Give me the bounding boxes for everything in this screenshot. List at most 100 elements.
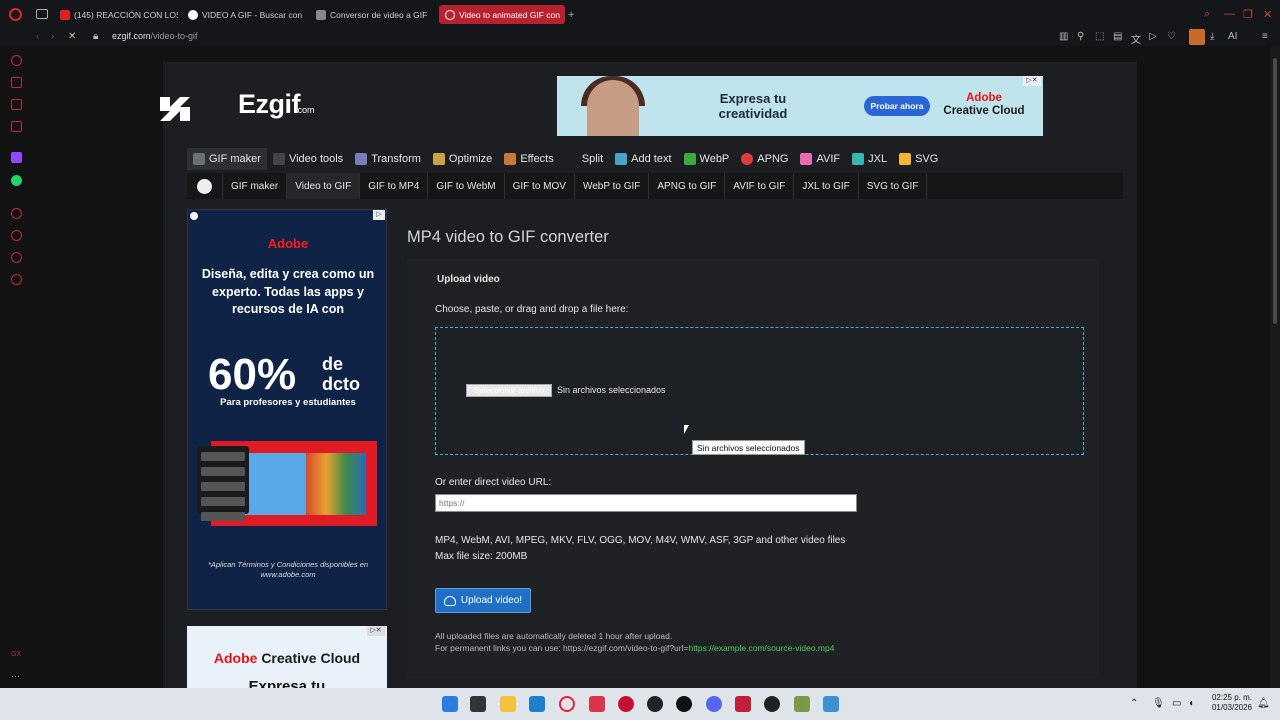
- opera-logo-icon[interactable]: [9, 8, 22, 21]
- app-icon-4[interactable]: [676, 696, 692, 712]
- subnav-svg-to-gif[interactable]: SVG to GIF: [859, 173, 928, 199]
- sidebar-aria-icon[interactable]: [11, 55, 22, 66]
- tab-ezgif-active[interactable]: Video to animated GIF con: [439, 5, 565, 24]
- nav-svg[interactable]: SVG: [893, 148, 944, 170]
- subnav-apng-to-gif[interactable]: APNG to GIF: [649, 173, 726, 199]
- address-field[interactable]: ezgif.com/video-to-gif: [112, 31, 198, 41]
- app-icon-1[interactable]: [589, 696, 605, 712]
- stop-reload-icon[interactable]: ✕: [68, 31, 76, 42]
- photos-icon[interactable]: [823, 696, 839, 712]
- tab-converter[interactable]: Conversor de video a GIF: [310, 5, 434, 24]
- adchoices-icon[interactable]: ▷: [373, 210, 385, 220]
- rocket-home-icon[interactable]: [187, 173, 223, 199]
- sidebar-settings-icon[interactable]: [11, 274, 22, 285]
- snapshot-icon[interactable]: ⬚: [1095, 31, 1104, 42]
- subnav-gif-to-webm[interactable]: GIF to WebM: [428, 173, 505, 199]
- scrollbar-thumb[interactable]: [1273, 58, 1277, 324]
- sidebar-more-icon[interactable]: ···: [11, 671, 22, 682]
- scissors-icon: [566, 153, 578, 165]
- sidebar-twitch-icon[interactable]: [11, 152, 22, 163]
- nav-effects[interactable]: Effects: [498, 148, 559, 170]
- store-icon[interactable]: [529, 696, 545, 712]
- adchoices-icon[interactable]: ▷✕: [1023, 76, 1041, 86]
- subnav-gif-to-mp4[interactable]: GIF to MP4: [360, 173, 429, 199]
- search-tabs-icon[interactable]: ⌕: [1204, 8, 1210, 21]
- subnav-video-to-gif[interactable]: Video to GIF: [287, 173, 361, 199]
- nav-transform[interactable]: Transform: [349, 148, 427, 170]
- minimize-icon[interactable]: —: [1224, 8, 1235, 20]
- video-url-input[interactable]: [435, 494, 857, 512]
- download-icon[interactable]: ⤓: [1210, 31, 1214, 42]
- nav-label: Video tools: [288, 153, 344, 165]
- close-icon[interactable]: ✕: [1263, 8, 1272, 21]
- app-icon-5[interactable]: [735, 696, 751, 712]
- upload-video-button[interactable]: Upload video!: [435, 588, 531, 613]
- ad-cta-button[interactable]: Probar ahora: [864, 96, 930, 116]
- nav-split[interactable]: Split: [560, 148, 609, 170]
- aria-ai-button[interactable]: AI: [1228, 31, 1237, 42]
- new-tab-button[interactable]: +: [568, 9, 574, 21]
- windows-start-icon[interactable]: [442, 696, 458, 712]
- nav-optimize[interactable]: Optimize: [427, 148, 498, 170]
- subnav-webp-to-gif[interactable]: WebP to GIF: [575, 173, 650, 199]
- chevron-up-icon[interactable]: ⌃: [1130, 698, 1138, 709]
- sidebar-bag-icon[interactable]: [11, 77, 22, 88]
- jxl-icon: [852, 153, 865, 165]
- sidebar-chat-icon[interactable]: [11, 99, 22, 110]
- translate-icon[interactable]: 文: [1131, 31, 1141, 46]
- tab-google[interactable]: VIDEO A GIF - Buscar con: [182, 5, 306, 24]
- split-view-icon[interactable]: ▥: [1059, 31, 1068, 42]
- subnav-avif-to-gif[interactable]: AVIF to GIF: [725, 173, 795, 199]
- menu-icon[interactable]: ≡: [1262, 31, 1268, 42]
- back-icon[interactable]: ‹: [36, 31, 39, 42]
- ad-info-icon[interactable]: [190, 212, 198, 220]
- adchoices-icon[interactable]: ▷✕: [367, 626, 385, 636]
- media-player-icon[interactable]: [764, 696, 780, 712]
- tab-youtube[interactable]: (145) REACCIÓN CON LOS: [54, 5, 178, 24]
- tab-menu-icon[interactable]: [36, 9, 48, 19]
- sidebar-extensions-icon[interactable]: [11, 252, 22, 263]
- subnav-gif-to-mov[interactable]: GIF to MOV: [505, 173, 575, 199]
- ezgif-logo-icon[interactable]: [158, 93, 200, 123]
- ad-side-banner-2[interactable]: ▷✕ Adobe Creative Cloud Expresa tu: [187, 626, 387, 688]
- app-icon-3[interactable]: [647, 696, 663, 712]
- nav-video-tools[interactable]: Video tools: [267, 148, 349, 170]
- nav-gif-maker[interactable]: GIF maker: [187, 148, 267, 170]
- choose-file-button[interactable]: Seleccionar archivo: [466, 384, 552, 397]
- heart-icon[interactable]: ♡: [1167, 31, 1176, 42]
- nav-avif[interactable]: AVIF: [794, 148, 846, 170]
- ad-banner-top[interactable]: Expresa tu creatividad Probar ahora Adob…: [557, 76, 1043, 136]
- profile-avatar[interactable]: [1189, 29, 1205, 45]
- opera-gx-taskbar-icon[interactable]: [559, 696, 575, 712]
- sidebar-history-icon[interactable]: [11, 230, 22, 241]
- reader-icon[interactable]: ▤: [1113, 31, 1122, 42]
- notification-bell-icon[interactable]: 🔔︎: [1257, 698, 1270, 709]
- discord-icon[interactable]: [706, 696, 722, 712]
- pin-icon[interactable]: ⚲: [1077, 31, 1084, 42]
- ad-side-banner[interactable]: ▷ Adobe Diseña, edita y crea como un exp…: [187, 209, 387, 610]
- play-icon[interactable]: ▷: [1149, 31, 1157, 42]
- nav-jxl[interactable]: JXL: [846, 148, 893, 170]
- nav-add-text[interactable]: Add text: [609, 148, 677, 170]
- snipping-tool-icon[interactable]: [794, 696, 810, 712]
- subnav-jxl-to-gif[interactable]: JXL to GIF: [794, 173, 859, 199]
- nav-apng[interactable]: APNG: [735, 148, 794, 170]
- network-icon[interactable]: ▭: [1172, 698, 1181, 709]
- taskbar-clock[interactable]: 02:25 p. m. 01/03/2026: [1204, 693, 1252, 713]
- max-file-size: Max file size: 200MB: [435, 551, 528, 562]
- file-explorer-icon[interactable]: [500, 696, 516, 712]
- sidebar-player-icon[interactable]: [11, 208, 22, 219]
- sidebar-news-icon[interactable]: [11, 121, 22, 132]
- nav-webp[interactable]: WebP: [678, 148, 736, 170]
- app-icon-2[interactable]: [618, 696, 634, 712]
- forward-icon[interactable]: ›: [51, 31, 54, 42]
- sidebar-gx-icon[interactable]: GX: [11, 651, 22, 662]
- logo-text[interactable]: Ezgif: [238, 89, 301, 120]
- example-source-link[interactable]: https://example.com/source-video.mp4: [688, 643, 834, 653]
- maximize-icon[interactable]: ❐: [1243, 8, 1253, 21]
- task-view-icon[interactable]: [470, 696, 486, 712]
- volume-icon[interactable]: ◖: [1188, 698, 1194, 709]
- sidebar-whatsapp-icon[interactable]: [11, 175, 22, 186]
- microphone-icon[interactable]: 🎙︎: [1152, 698, 1165, 709]
- subnav-gif-maker[interactable]: GIF maker: [223, 173, 288, 199]
